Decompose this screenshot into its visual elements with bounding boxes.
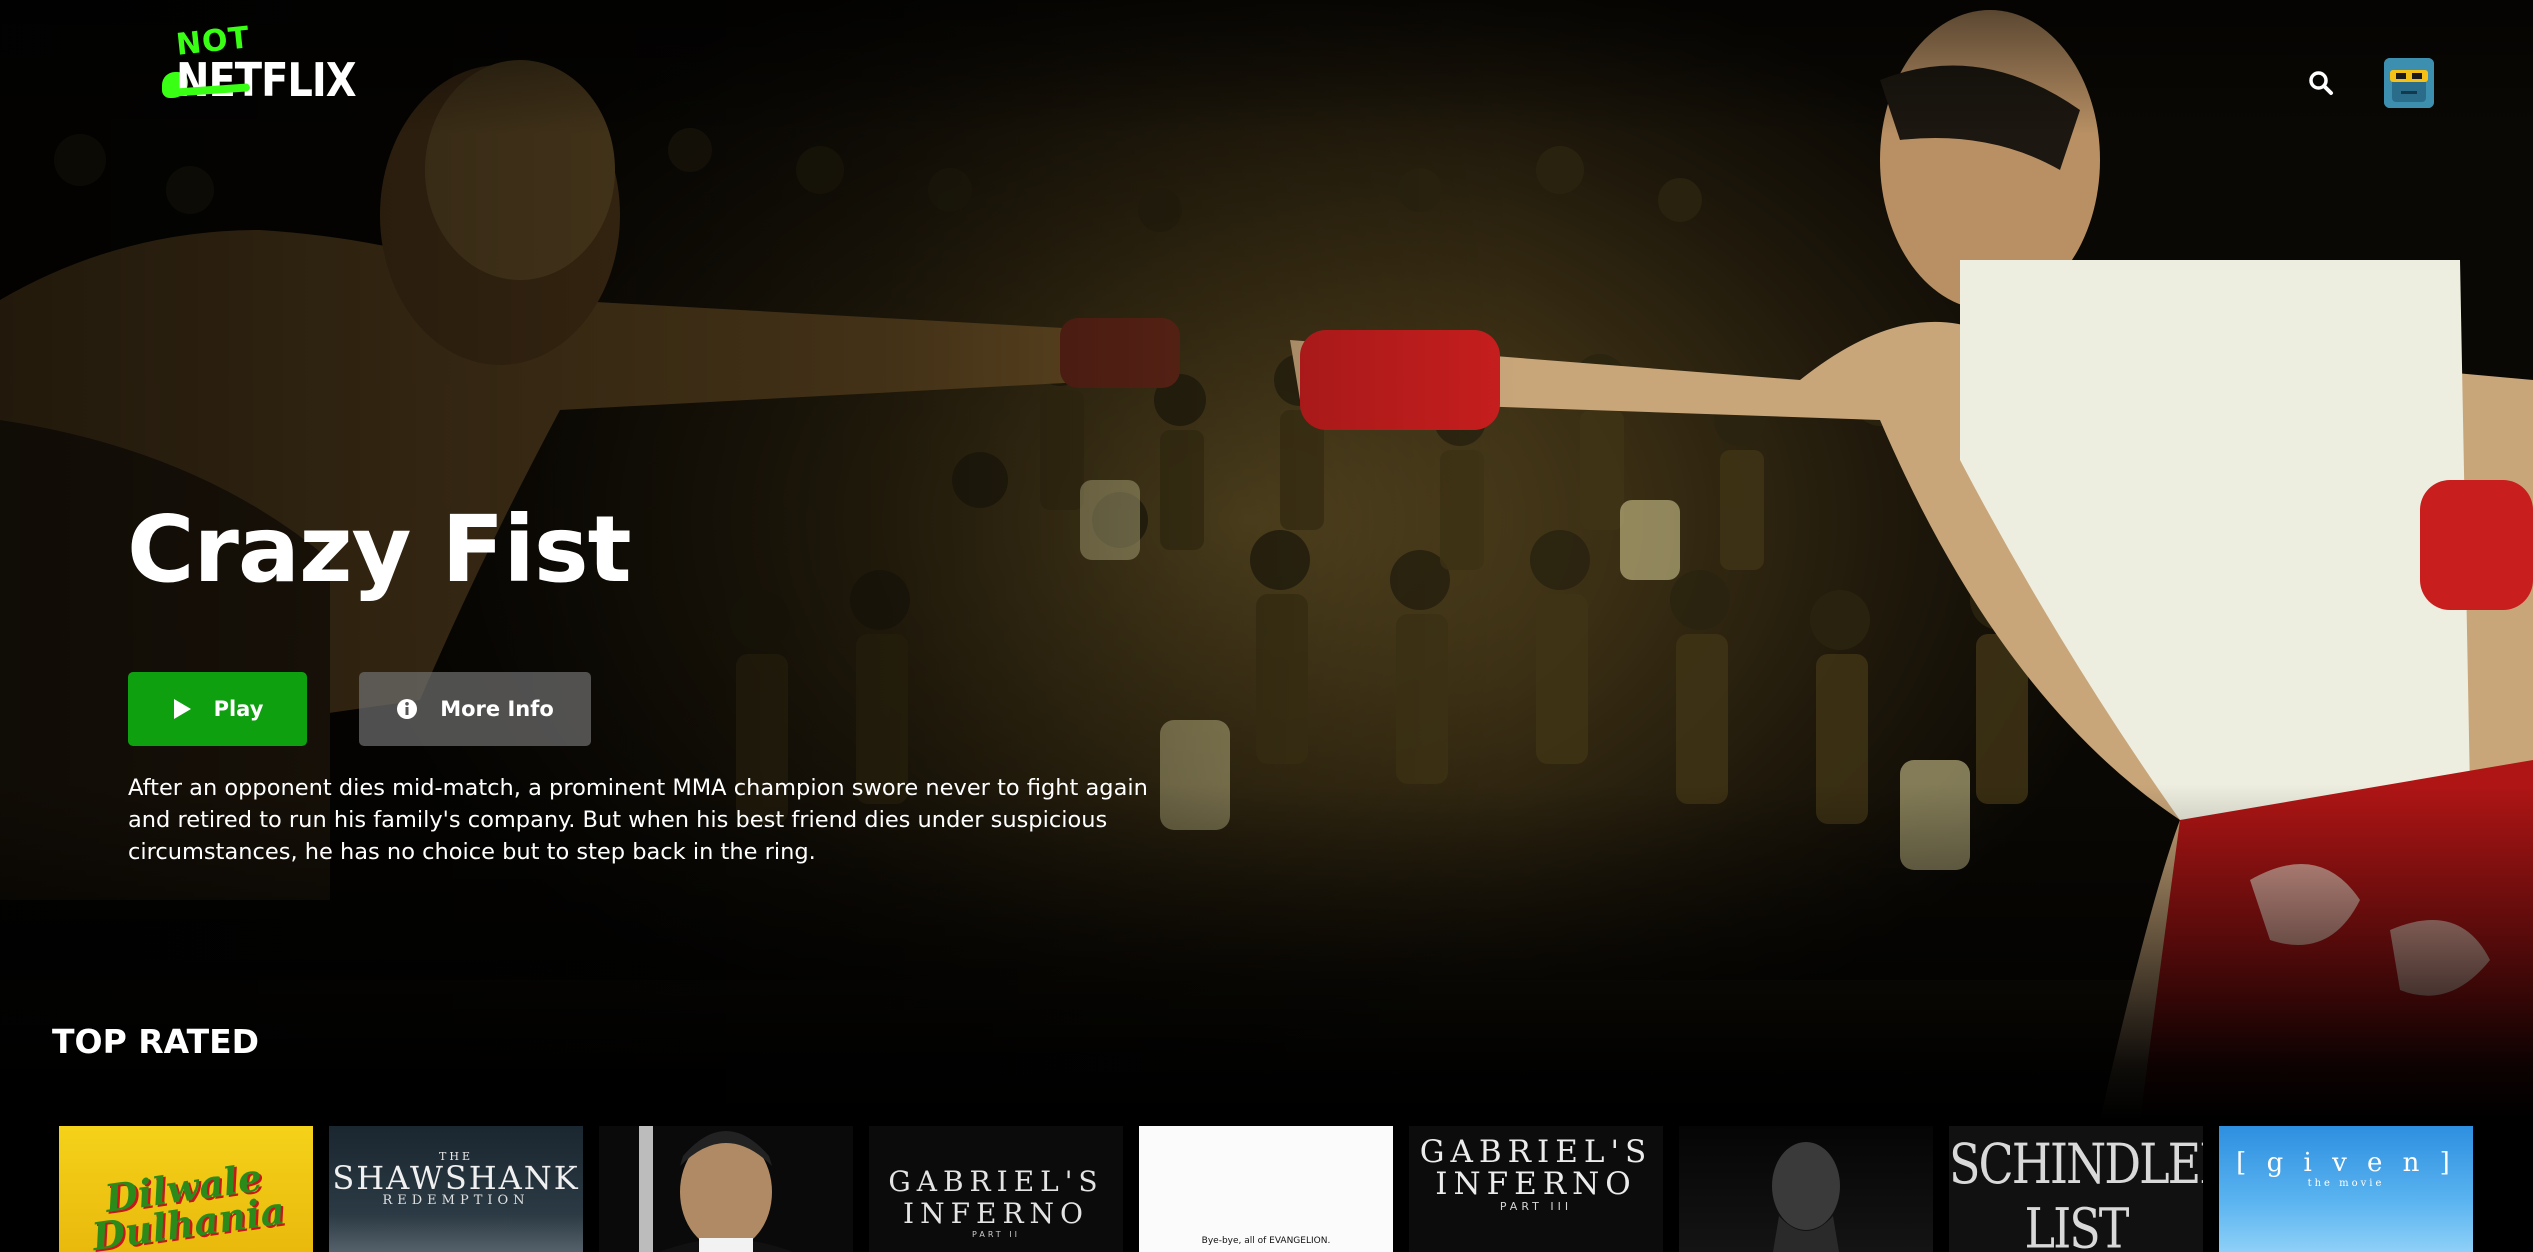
poster-subtitle: the movie	[2307, 1178, 2385, 1189]
poster-portrait-art	[599, 1126, 853, 1252]
play-button[interactable]: Play	[128, 672, 307, 746]
poster-row: Dilwale Dulhania THE SHAWSHANK REDEMPTIO…	[59, 1126, 2533, 1252]
poster-card[interactable]: Bye-bye, all of EVANGELION.	[1139, 1126, 1393, 1252]
info-icon	[397, 699, 418, 719]
poster-title: GABRIEL'S INFERNO	[1419, 1134, 1653, 1202]
poster-part: PART II	[972, 1230, 1020, 1239]
poster-portrait-art	[1772, 1142, 1840, 1252]
more-info-button[interactable]: More Info	[359, 672, 591, 746]
poster-title: Bye-bye, all of EVANGELION.	[1201, 1236, 1331, 1246]
hero-description: After an opponent dies mid-match, a prom…	[128, 775, 1148, 865]
search-button[interactable]	[2300, 62, 2342, 104]
poster-title: [ g i v e n ]	[2236, 1148, 2456, 1178]
poster-card[interactable]	[599, 1126, 853, 1252]
poster-title: SCHINDLER'S LIST	[1949, 1131, 2203, 1252]
hero-title: Crazy Fist	[127, 496, 632, 603]
search-icon	[2309, 71, 2333, 95]
play-button-label: Play	[213, 697, 264, 721]
poster-title: SHAWSHANK	[332, 1159, 580, 1197]
poster-card[interactable]: SCHINDLER'S LIST	[1949, 1126, 2203, 1252]
poster-card[interactable]: GABRIEL'S INFERNO PART III	[1409, 1126, 1663, 1252]
poster-card[interactable]: Dilwale Dulhania	[59, 1126, 313, 1252]
play-icon	[173, 699, 191, 719]
profile-avatar[interactable]	[2384, 58, 2434, 108]
poster-title: Dilwale Dulhania	[89, 1154, 288, 1252]
avatar-sunglasses-icon	[2384, 58, 2434, 108]
poster-card[interactable]: [ g i v e n ] the movie	[2219, 1126, 2473, 1252]
poster-card[interactable]	[1679, 1126, 1933, 1252]
poster-part: PART III	[1499, 1200, 1573, 1213]
poster-subtitle: REDEMPTION	[382, 1193, 530, 1208]
logo-wordmark: NETFLIX	[176, 54, 357, 108]
poster-title: GABRIEL'S INFERNO	[888, 1165, 1104, 1230]
row-title: TOP RATED	[52, 1022, 260, 1061]
poster-card[interactable]: THE SHAWSHANK REDEMPTION	[329, 1126, 583, 1252]
poster-card[interactable]: GABRIEL'S INFERNO PART II	[869, 1126, 1123, 1252]
app-logo[interactable]: NOT NETFLIX	[162, 20, 357, 107]
more-info-button-label: More Info	[440, 697, 554, 721]
